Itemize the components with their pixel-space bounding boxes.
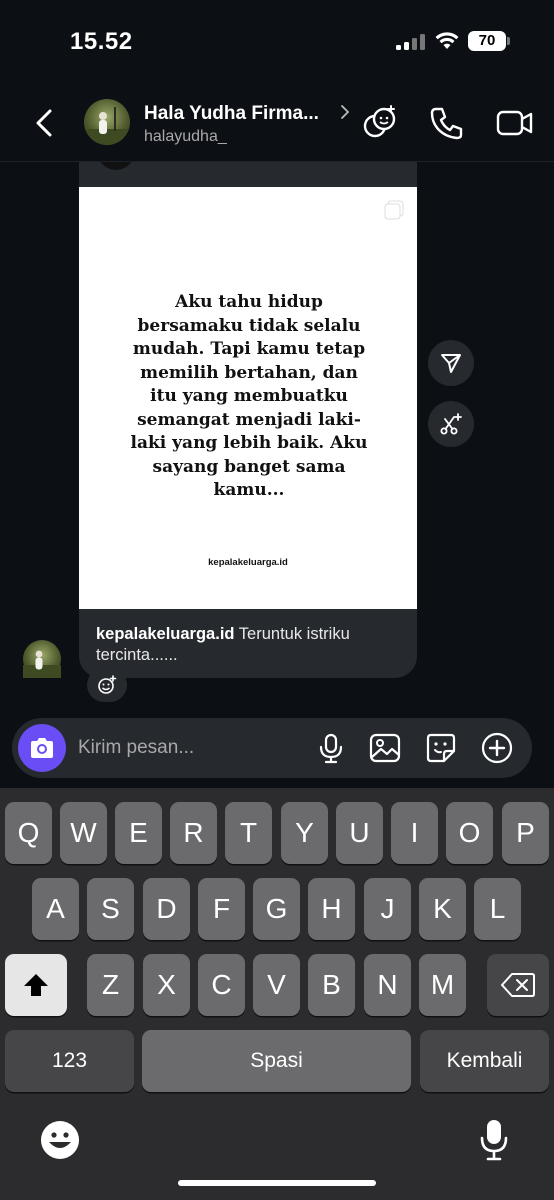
- camera-icon: [31, 738, 53, 758]
- key-c[interactable]: C: [198, 954, 245, 1016]
- key-d[interactable]: D: [143, 878, 190, 940]
- post-caption: kepalakeluarga.id Teruntuk istriku terci…: [96, 624, 396, 666]
- key-b[interactable]: B: [308, 954, 355, 1016]
- sparkle-faces-icon[interactable]: [360, 104, 398, 142]
- message-input[interactable]: [78, 736, 298, 760]
- key-j[interactable]: J: [364, 878, 411, 940]
- key-t[interactable]: T: [225, 802, 272, 864]
- microphone-icon[interactable]: [315, 732, 347, 764]
- keyboard: Q W E R T Y U I O P A S D F G H J K L Z …: [0, 788, 554, 1200]
- key-g[interactable]: G: [253, 878, 300, 940]
- shared-post[interactable]: Aku tahu hidup bersamaku tidak selalu mu…: [79, 162, 417, 678]
- message-thread: Aku tahu hidup bersamaku tidak selalu mu…: [0, 162, 554, 710]
- chat-header: Hala Yudha Firma... halayudha_: [0, 84, 554, 162]
- remix-icon: [440, 413, 462, 435]
- battery-level: 70: [468, 31, 506, 51]
- key-s[interactable]: S: [87, 878, 134, 940]
- post-image[interactable]: Aku tahu hidup bersamaku tidak selalu mu…: [79, 187, 417, 609]
- add-reaction-icon: [98, 675, 117, 694]
- backspace-key[interactable]: [487, 954, 549, 1016]
- key-q[interactable]: Q: [5, 802, 52, 864]
- emoji-icon[interactable]: [40, 1120, 80, 1160]
- key-f[interactable]: F: [198, 878, 245, 940]
- send-icon: [441, 354, 461, 373]
- shift-arrow-icon: [24, 974, 48, 996]
- key-h[interactable]: H: [308, 878, 355, 940]
- add-reaction-button[interactable]: [87, 668, 127, 702]
- post-watermark: kepalakeluarga.id: [208, 557, 288, 568]
- key-w[interactable]: W: [60, 802, 107, 864]
- key-u[interactable]: U: [336, 802, 383, 864]
- return-key[interactable]: Kembali: [420, 1030, 549, 1092]
- battery-tip: [507, 37, 510, 45]
- key-r[interactable]: R: [170, 802, 217, 864]
- home-indicator: [178, 1180, 376, 1186]
- chevron-right-icon[interactable]: [338, 104, 352, 120]
- cellular-signal-icon: [396, 34, 426, 50]
- key-o[interactable]: O: [446, 802, 493, 864]
- post-author-avatar: [97, 162, 135, 170]
- carousel-icon: [384, 200, 404, 220]
- status-time: 15.52: [70, 28, 133, 55]
- phone-icon[interactable]: [428, 104, 466, 142]
- numbers-key[interactable]: 123: [5, 1030, 134, 1092]
- key-k[interactable]: K: [419, 878, 466, 940]
- camera-button[interactable]: [18, 724, 66, 772]
- key-a[interactable]: A: [32, 878, 79, 940]
- message-composer: [12, 718, 532, 778]
- key-m[interactable]: M: [419, 954, 466, 1016]
- contact-username[interactable]: halayudha_: [144, 128, 227, 146]
- wifi-icon: [435, 32, 459, 49]
- status-bar: 15.52 70: [0, 0, 554, 84]
- sender-avatar[interactable]: [23, 640, 61, 678]
- space-key[interactable]: Spasi: [142, 1030, 411, 1092]
- sticker-icon[interactable]: [425, 732, 457, 764]
- video-camera-icon[interactable]: [496, 104, 534, 142]
- key-i[interactable]: I: [391, 802, 438, 864]
- key-v[interactable]: V: [253, 954, 300, 1016]
- image-icon[interactable]: [369, 732, 401, 764]
- key-n[interactable]: N: [364, 954, 411, 1016]
- shift-key[interactable]: [5, 954, 67, 1016]
- key-p[interactable]: P: [502, 802, 549, 864]
- chevron-left-icon[interactable]: [28, 106, 62, 140]
- backspace-icon: [501, 973, 535, 997]
- key-e[interactable]: E: [115, 802, 162, 864]
- contact-avatar[interactable]: [84, 99, 130, 145]
- key-y[interactable]: Y: [281, 802, 328, 864]
- plus-circle-icon[interactable]: [481, 732, 513, 764]
- dictation-microphone-icon[interactable]: [478, 1118, 510, 1162]
- key-z[interactable]: Z: [87, 954, 134, 1016]
- share-button[interactable]: [428, 340, 474, 386]
- caption-account[interactable]: kepalakeluarga.id: [96, 625, 235, 643]
- post-quote-text: Aku tahu hidup bersamaku tidak selalu mu…: [130, 292, 368, 500]
- contact-name[interactable]: Hala Yudha Firma...: [144, 103, 334, 125]
- remix-button[interactable]: [428, 401, 474, 447]
- key-l[interactable]: L: [474, 878, 521, 940]
- key-x[interactable]: X: [143, 954, 190, 1016]
